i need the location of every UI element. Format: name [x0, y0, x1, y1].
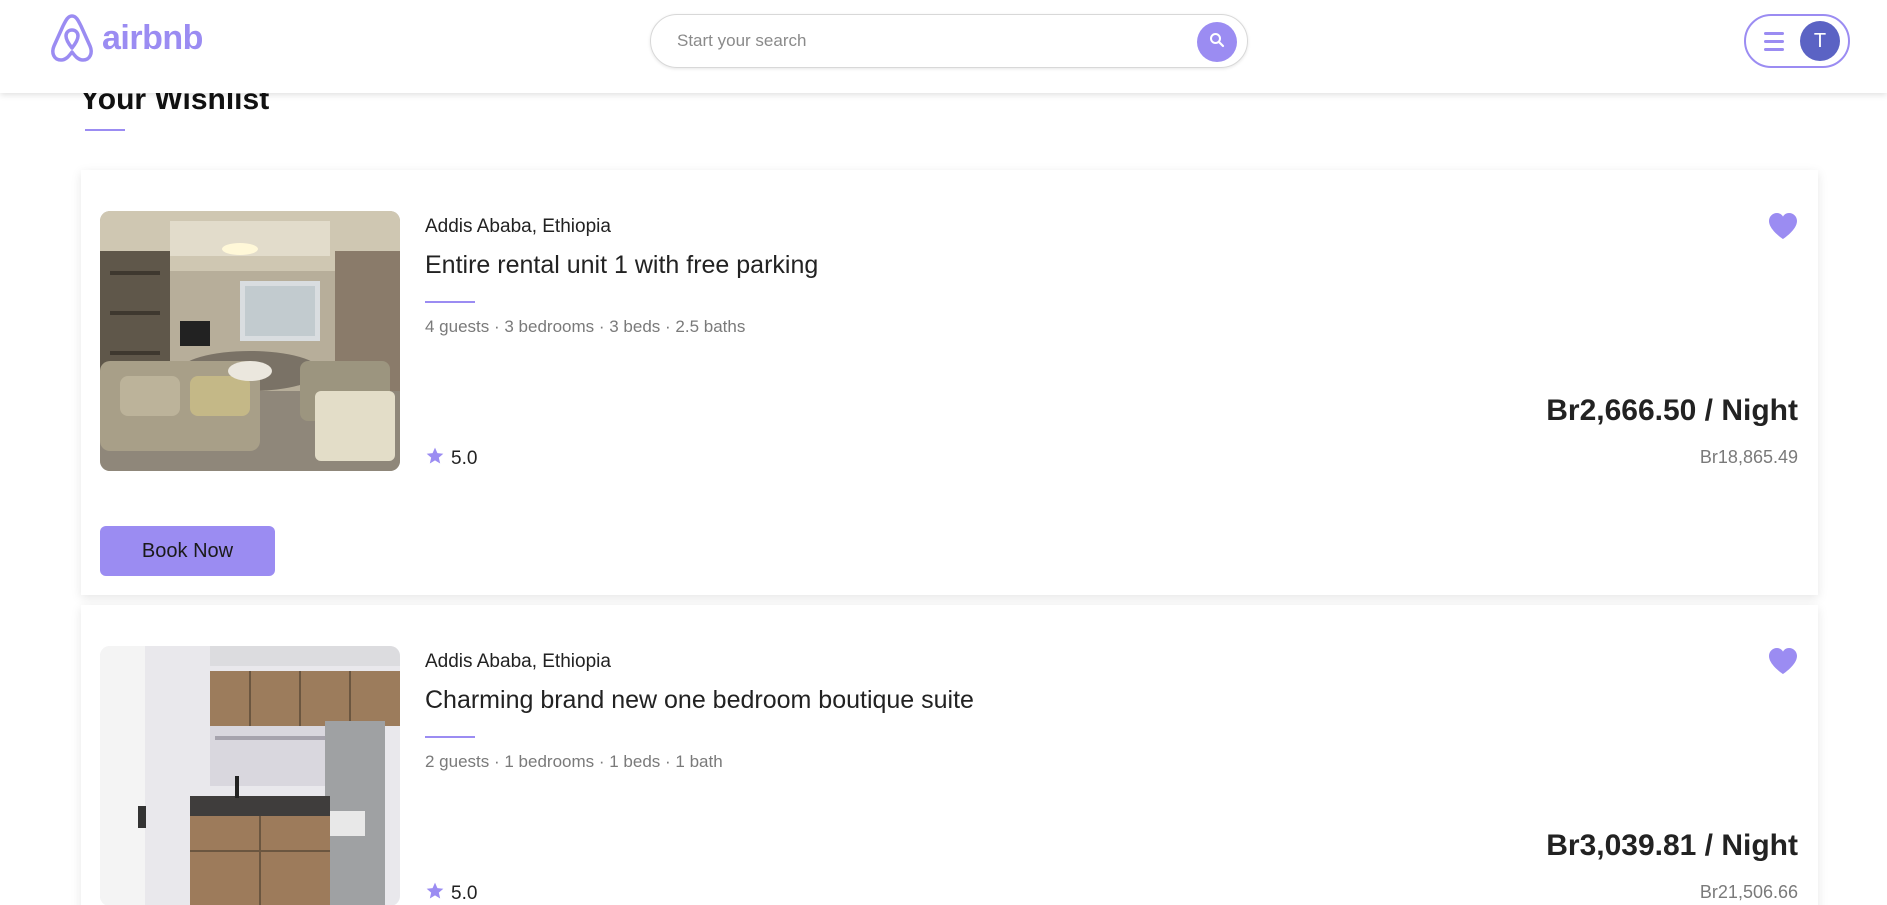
title-underline	[85, 129, 125, 131]
search-icon	[1209, 32, 1225, 53]
star-icon	[425, 446, 445, 472]
rating-value: 5.0	[451, 883, 478, 904]
logo-text: airbnb	[102, 18, 203, 57]
listing-title[interactable]: Entire rental unit 1 with free parking	[425, 251, 818, 280]
listing-location: Addis Ababa, Ethiopia	[425, 651, 611, 672]
search-input[interactable]	[677, 31, 1157, 51]
listing-photo[interactable]	[100, 211, 400, 471]
price-per-night: Br2,666.50 / Night	[1546, 394, 1798, 427]
listing-divider	[425, 301, 475, 303]
favorite-button[interactable]	[1768, 212, 1798, 245]
top-navbar: airbnb T	[0, 0, 1887, 93]
listing-title[interactable]: Charming brand new one bedroom boutique …	[425, 686, 974, 715]
logo[interactable]: airbnb	[48, 12, 203, 64]
hamburger-icon	[1764, 31, 1784, 51]
total-price: Br18,865.49	[1699, 447, 1798, 467]
listing-photo[interactable]	[100, 646, 400, 905]
listing-divider	[425, 736, 475, 738]
price-per-night: Br3,039.81 / Night	[1546, 829, 1798, 862]
avatar: T	[1800, 21, 1840, 61]
heart-icon	[1768, 648, 1798, 679]
search-button[interactable]	[1197, 22, 1237, 62]
total-price: Br21,506.66	[1699, 882, 1798, 902]
book-now-button[interactable]: Book Now	[100, 526, 275, 576]
search-bar[interactable]	[650, 14, 1248, 68]
heart-icon	[1768, 213, 1798, 244]
airbnb-belo-icon	[48, 12, 96, 64]
star-icon	[425, 881, 445, 905]
user-menu-button[interactable]: T	[1744, 14, 1850, 68]
listing-location: Addis Ababa, Ethiopia	[425, 216, 611, 237]
favorite-button[interactable]	[1768, 647, 1798, 680]
wishlist-card: Addis Ababa, Ethiopia Entire rental unit…	[81, 170, 1818, 595]
listing-rating: 5.0	[425, 446, 477, 472]
listing-details: 2 guests · 1 bedrooms · 1 beds · 1 bath	[425, 752, 723, 771]
listing-details: 4 guests · 3 bedrooms · 3 beds · 2.5 bat…	[425, 317, 746, 336]
listing-rating: 5.0	[425, 881, 477, 905]
rating-value: 5.0	[451, 448, 478, 469]
wishlist-card: Addis Ababa, Ethiopia Charming brand new…	[81, 605, 1818, 905]
